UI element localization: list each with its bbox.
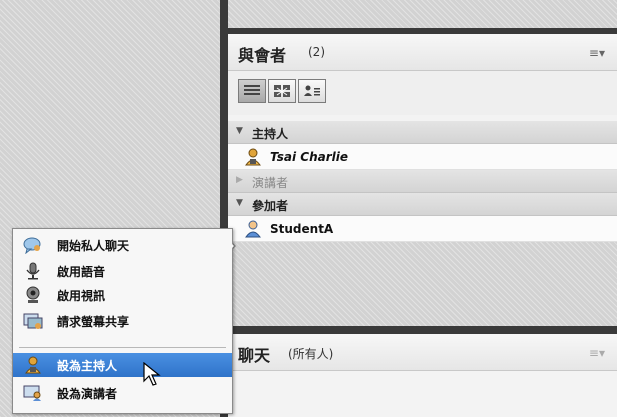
menu-item-label: 啟用語音 xyxy=(57,265,106,279)
menu-separator xyxy=(19,347,226,348)
role-view-button[interactable] xyxy=(298,79,326,103)
menu-item-start-private-chat[interactable]: 開始私人聊天 xyxy=(13,233,232,257)
menu-item-label: 開始私人聊天 xyxy=(57,239,130,253)
microphone-icon xyxy=(23,262,43,284)
participant-user-icon xyxy=(244,220,262,242)
menu-item-label: 設為演講者 xyxy=(57,387,118,401)
group-label-presenter: 演講者 xyxy=(252,176,289,190)
menu-item-make-host[interactable]: 設為主持人 xyxy=(13,353,232,377)
host-user-icon xyxy=(23,356,43,378)
context-menu-pointer-inner xyxy=(227,239,234,253)
presenter-icon xyxy=(23,384,43,406)
attendee-context-menu: 開始私人聊天 啟用語音 啟用視訊 請求螢幕共享 設為主持人 設為演講者 xyxy=(12,228,233,414)
attendee-row-participant[interactable]: StudentA xyxy=(228,216,617,242)
attendee-name-host: Tsai Charlie xyxy=(270,150,349,164)
group-row-participant[interactable]: ▼ 參加者 xyxy=(228,193,617,216)
menu-item-request-screen-share[interactable]: 請求螢幕共享 xyxy=(13,309,232,333)
group-label-participant: 參加者 xyxy=(252,199,289,213)
collapsed-arrow-icon: ▶ xyxy=(236,175,243,185)
pod-options-menu-icon[interactable]: ≡▾ xyxy=(589,346,605,360)
menu-item-label: 設為主持人 xyxy=(57,359,118,373)
webcam-icon xyxy=(23,286,43,308)
menu-item-label: 啟用視訊 xyxy=(57,289,106,303)
role-view-icon xyxy=(304,85,320,96)
chat-scope-label: (所有人) xyxy=(288,347,334,361)
attendees-pod-title: 與會者 xyxy=(238,46,287,65)
host-user-icon xyxy=(244,148,262,170)
expanded-arrow-icon: ▼ xyxy=(236,198,243,208)
menu-item-label: 請求螢幕共享 xyxy=(57,315,130,329)
list-view-button[interactable] xyxy=(238,79,266,103)
attendee-count: (2) xyxy=(308,45,325,59)
group-row-presenter[interactable]: ▶ 演講者 xyxy=(228,170,617,193)
grid-view-icon xyxy=(274,85,290,97)
menu-item-enable-video[interactable]: 啟用視訊 xyxy=(13,283,232,307)
right-layout-area: 與會者 (2) ≡▾ ▼ 主持人 Tsai Charlie ▶ 演講者 ▼ 參加… xyxy=(228,0,617,417)
menu-item-make-presenter[interactable]: 設為演講者 xyxy=(13,381,232,405)
chat-pod: 聊天 (所有人) ≡▾ xyxy=(228,334,617,417)
attendee-name-participant: StudentA xyxy=(270,222,334,236)
mouse-cursor-icon xyxy=(143,361,165,392)
grid-view-button[interactable] xyxy=(268,79,296,103)
attendees-pod-header: 與會者 (2) ≡▾ xyxy=(228,34,617,71)
top-pod xyxy=(228,0,617,28)
group-row-host[interactable]: ▼ 主持人 xyxy=(228,121,617,144)
expanded-arrow-icon: ▼ xyxy=(236,126,243,136)
list-view-icon xyxy=(244,85,260,95)
attendee-view-toolbar xyxy=(228,71,617,115)
attendees-pod: 與會者 (2) ≡▾ ▼ 主持人 Tsai Charlie ▶ 演講者 ▼ 參加… xyxy=(228,34,617,326)
menu-item-enable-audio[interactable]: 啟用語音 xyxy=(13,259,232,283)
pod-options-menu-icon[interactable]: ≡▾ xyxy=(589,46,605,60)
screen-share-icon xyxy=(23,312,43,334)
chat-pod-header: 聊天 (所有人) ≡▾ xyxy=(228,334,617,371)
group-label-host: 主持人 xyxy=(252,127,289,141)
chat-pod-title: 聊天 xyxy=(238,346,271,365)
chat-bubble-icon xyxy=(23,236,43,258)
attendee-list-empty-area xyxy=(228,242,617,326)
attendee-row-host[interactable]: Tsai Charlie xyxy=(228,144,617,170)
